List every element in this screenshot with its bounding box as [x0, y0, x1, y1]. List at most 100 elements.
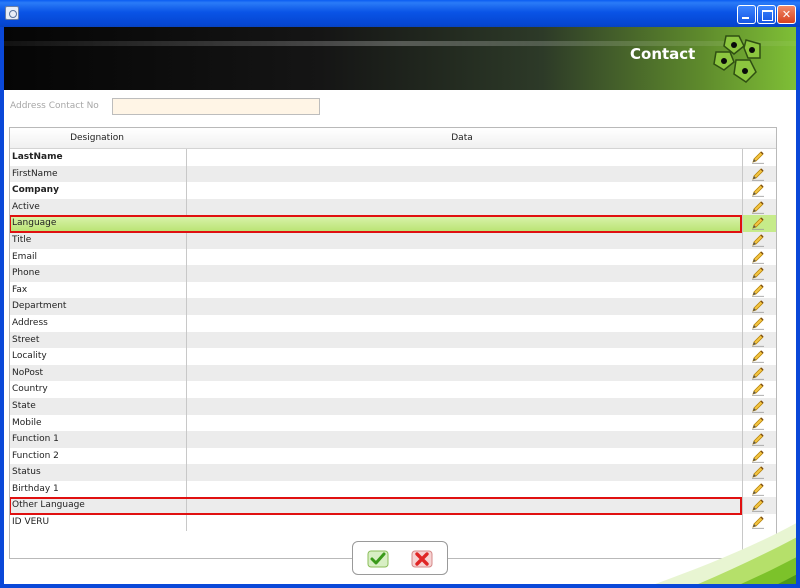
- grid-row[interactable]: Company: [10, 182, 776, 199]
- field-designation: Fax: [12, 284, 28, 295]
- grid-row[interactable]: State: [10, 397, 776, 415]
- field-data-cell[interactable]: [186, 397, 742, 415]
- edit-pencil-icon[interactable]: [751, 449, 765, 463]
- edit-pencil-icon[interactable]: [751, 349, 765, 363]
- maximize-button[interactable]: [757, 5, 776, 24]
- logo-icon: [713, 35, 761, 83]
- edit-pencil-icon[interactable]: [751, 399, 765, 413]
- field-data-cell[interactable]: [186, 215, 742, 232]
- field-data-cell[interactable]: [186, 497, 742, 515]
- field-data-cell[interactable]: [186, 198, 742, 216]
- confirm-button[interactable]: [367, 549, 389, 569]
- field-designation: Function 1: [12, 434, 59, 445]
- window-icon[interactable]: [5, 6, 19, 20]
- edit-pencil-icon[interactable]: [751, 266, 765, 280]
- edit-pencil-icon[interactable]: [751, 515, 765, 529]
- grid-row[interactable]: Street: [10, 331, 776, 349]
- field-designation: FirstName: [12, 168, 58, 179]
- grid-row[interactable]: Active: [10, 198, 776, 216]
- vertical-scrollbar[interactable]: ▲ ▼: [776, 128, 777, 558]
- grid-row[interactable]: NoPost: [10, 364, 776, 382]
- field-data-cell[interactable]: [186, 447, 742, 465]
- grid-row[interactable]: Fax: [10, 281, 776, 299]
- field-data-cell[interactable]: [186, 431, 742, 448]
- field-designation: Country: [12, 384, 48, 395]
- field-data-cell[interactable]: [186, 265, 742, 282]
- field-data-cell[interactable]: [186, 165, 742, 183]
- title-bar[interactable]: ✕: [0, 0, 800, 27]
- grid-row[interactable]: FirstName: [10, 165, 776, 183]
- edit-pencil-icon[interactable]: [751, 167, 765, 181]
- grid-row[interactable]: Department: [10, 298, 776, 315]
- field-data-cell[interactable]: [186, 248, 742, 266]
- edit-pencil-icon[interactable]: [751, 366, 765, 380]
- edit-pencil-icon[interactable]: [751, 465, 765, 479]
- grid-row[interactable]: Phone: [10, 265, 776, 282]
- grid-row[interactable]: LastName: [10, 149, 776, 166]
- grid-row[interactable]: Title: [10, 231, 776, 249]
- edit-pencil-icon[interactable]: [751, 283, 765, 297]
- field-data-cell[interactable]: [186, 464, 742, 481]
- edit-pencil-icon[interactable]: [751, 498, 765, 513]
- close-button[interactable]: ✕: [777, 5, 796, 24]
- grid-row[interactable]: Mobile: [10, 414, 776, 432]
- grid-row[interactable]: Address: [10, 314, 776, 332]
- grid-row[interactable]: Status: [10, 464, 776, 481]
- field-designation: Active: [12, 201, 40, 212]
- grid-row[interactable]: Function 1: [10, 431, 776, 448]
- edit-pencil-icon[interactable]: [751, 382, 765, 397]
- grid-row[interactable]: Email: [10, 248, 776, 266]
- field-designation: ID VERU: [12, 517, 50, 528]
- minimize-button[interactable]: [737, 5, 756, 24]
- edit-pencil-icon[interactable]: [751, 416, 765, 430]
- grid-row[interactable]: Other Language: [10, 496, 776, 516]
- edit-pencil-icon[interactable]: [751, 316, 765, 330]
- edit-pencil-icon[interactable]: [751, 432, 765, 446]
- field-designation: Birthday 1: [12, 483, 59, 494]
- field-data-cell[interactable]: [186, 364, 742, 382]
- edit-pencil-icon[interactable]: [751, 250, 765, 264]
- field-designation: Phone: [12, 268, 40, 279]
- field-designation: Title: [12, 234, 32, 245]
- application-window: ✕ Contact Address Contact No Designation…: [0, 0, 800, 588]
- grid-row[interactable]: Locality: [10, 348, 776, 365]
- field-designation: Email: [12, 251, 37, 262]
- edit-pencil-icon[interactable]: [751, 216, 765, 231]
- field-data-cell[interactable]: [186, 348, 742, 365]
- edit-pencil-icon[interactable]: [751, 482, 765, 496]
- field-data-cell[interactable]: [186, 281, 742, 299]
- grid-row[interactable]: Language: [10, 214, 776, 234]
- field-designation: Company: [12, 185, 59, 196]
- page-title: Contact: [630, 45, 696, 63]
- column-header-designation[interactable]: Designation: [10, 128, 184, 149]
- edit-pencil-icon[interactable]: [751, 299, 765, 314]
- field-data-cell[interactable]: [186, 314, 742, 332]
- header-banner: Contact: [4, 27, 796, 90]
- field-data-cell[interactable]: [186, 182, 742, 199]
- field-designation: Function 2: [12, 450, 59, 461]
- edit-pencil-icon[interactable]: [751, 233, 765, 247]
- field-designation: Mobile: [12, 417, 42, 428]
- field-data-cell[interactable]: [186, 381, 742, 398]
- edit-pencil-icon[interactable]: [751, 333, 765, 347]
- cancel-button[interactable]: [411, 549, 433, 569]
- edit-pencil-icon[interactable]: [751, 183, 765, 197]
- field-designation: Address: [12, 317, 48, 328]
- edit-pencil-icon[interactable]: [751, 150, 765, 164]
- field-data-cell[interactable]: [186, 231, 742, 249]
- field-designation: Other Language: [12, 500, 85, 511]
- field-data-cell[interactable]: [186, 298, 742, 315]
- field-data-cell[interactable]: [186, 480, 742, 498]
- field-data-cell[interactable]: [186, 514, 742, 531]
- grid-row[interactable]: Birthday 1: [10, 480, 776, 498]
- grid-row[interactable]: Country: [10, 381, 776, 398]
- edit-pencil-icon[interactable]: [751, 200, 765, 214]
- grid-row[interactable]: Function 2: [10, 447, 776, 465]
- column-header-data[interactable]: Data: [186, 128, 738, 149]
- field-data-cell[interactable]: [186, 414, 742, 432]
- grid-row[interactable]: ID VERU: [10, 514, 776, 531]
- field-data-cell[interactable]: [186, 149, 742, 166]
- grid-rows: LastName FirstName Company Active Language Ti…: [10, 149, 776, 531]
- address-contact-input[interactable]: [112, 98, 320, 115]
- field-data-cell[interactable]: [186, 331, 742, 349]
